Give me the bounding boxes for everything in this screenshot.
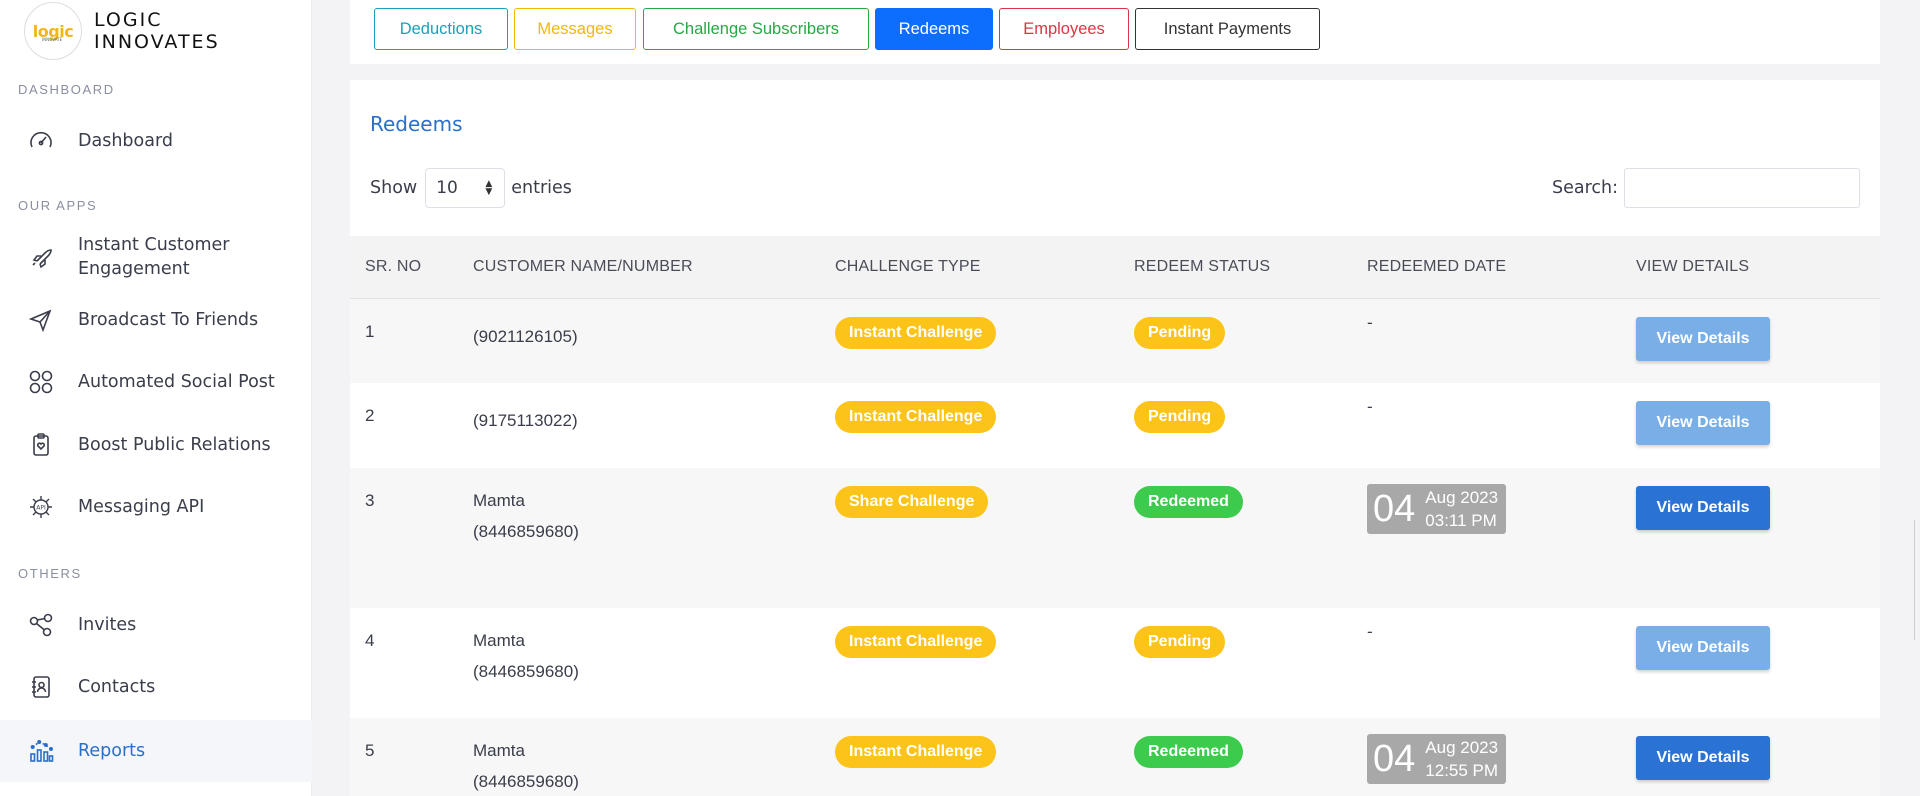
challenge-type-badge: Instant Challenge (835, 736, 997, 768)
table-row: 5 Mamta (8446859680) Instant Challenge R… (350, 718, 1880, 796)
sort-arrows-icon: ▲ ▼ (485, 179, 493, 197)
customer-number: (9175113022) (473, 411, 578, 430)
table-row: 2 (9175113022) Instant Challenge Pending… (350, 383, 1880, 468)
col-header-redeem-status[interactable]: REDEEM STATUS (1119, 236, 1352, 298)
sr-no: 4 (365, 631, 375, 650)
view-details-button[interactable]: View Details (1636, 486, 1770, 530)
sidebar-item-messaging-api[interactable]: API Messaging API (0, 490, 312, 524)
table-row: 4 Mamta (8446859680) Instant Challenge P… (350, 608, 1880, 718)
sidebar-item-automated-social-post[interactable]: Automated Social Post (0, 365, 312, 399)
page-title: Redeems (370, 112, 463, 136)
sidebar-item-contacts[interactable]: Contacts (0, 670, 312, 704)
view-details-button[interactable]: View Details (1636, 626, 1770, 670)
challenge-type-badge: Instant Challenge (835, 316, 997, 349)
social-grid-icon (29, 370, 53, 394)
status-badge: Redeemed (1134, 736, 1243, 768)
redeemed-date: - (1367, 312, 1373, 332)
challenge-type-badge: Instant Challenge (835, 626, 997, 658)
redeems-card: Redeems Show 10 ▲ ▼ entries Search: SR. N… (350, 80, 1880, 796)
customer-number: (8446859680) (473, 772, 579, 791)
search-input[interactable] (1624, 168, 1860, 208)
rocket-icon (32, 249, 52, 269)
sidebar-item-reports[interactable]: Reports (0, 720, 312, 782)
redeemed-date-badge: 04 Aug 2023 12:55 PM (1367, 734, 1507, 784)
clipboard-heart-icon (33, 433, 49, 456)
table-row: 3 Mamta (8446859680) Share Challenge Red… (350, 468, 1880, 608)
col-header-challenge-type[interactable]: CHALLENGE TYPE (820, 236, 1119, 298)
tab-deductions[interactable]: Deductions (374, 8, 508, 50)
sidebar-item-instant-customer-engagement[interactable]: Instant Customer Engagement (0, 232, 312, 282)
redeemed-date: - (1367, 397, 1373, 416)
tab-employees[interactable]: Employees (999, 8, 1129, 50)
section-heading-our-apps: OUR APPS (18, 198, 98, 213)
customer-name: Mamta (473, 631, 525, 650)
customer-number: (8446859680) (473, 522, 579, 541)
sr-no: 1 (365, 321, 375, 341)
customer-name: Mamta (473, 741, 525, 760)
tab-challenge-subscribers[interactable]: Challenge Subscribers (643, 8, 869, 50)
challenge-type-badge: Share Challenge (835, 486, 989, 518)
redeemed-date: - (1367, 622, 1373, 641)
sr-no: 5 (365, 741, 375, 760)
entries-length-control: Show 10 ▲ ▼ entries (370, 168, 572, 208)
view-details-button[interactable]: View Details (1636, 401, 1770, 445)
section-heading-others: OTHERS (18, 566, 82, 581)
sidebar-item-boost-public-relations[interactable]: Boost Public Relations (0, 428, 312, 462)
api-chip-icon: API (30, 496, 52, 518)
report-tabs-bar: Deductions Messages Challenge Subscriber… (350, 0, 1880, 64)
table-search: Search: (1552, 168, 1860, 208)
tab-instant-payments[interactable]: Instant Payments (1135, 8, 1320, 50)
view-details-button[interactable]: View Details (1636, 736, 1770, 780)
contact-book-icon (32, 676, 50, 698)
chart-bars-icon (30, 739, 54, 762)
redeemed-date-badge: 04 Aug 2023 03:11 PM (1367, 484, 1507, 534)
status-badge: Pending (1134, 401, 1226, 433)
sidebar-item-dashboard[interactable]: Dashboard (0, 124, 312, 158)
send-icon (28, 309, 52, 333)
brand-name: LOGIC INNOVATES (94, 9, 220, 53)
status-badge: Pending (1134, 626, 1226, 658)
scrollbar[interactable] (1914, 520, 1920, 640)
col-header-view-details[interactable]: VIEW DETAILS (1621, 236, 1880, 298)
tab-redeems[interactable]: Redeems (875, 8, 993, 50)
status-badge: Redeemed (1134, 486, 1243, 518)
table-header-row: SR. NO CUSTOMER NAME/NUMBER CHALLENGE TY… (350, 236, 1880, 298)
status-badge: Pending (1134, 316, 1226, 349)
gauge-icon (30, 131, 52, 148)
col-header-sr-no[interactable]: SR. NO (350, 236, 458, 298)
col-header-redeemed-date[interactable]: REDEEMED DATE (1352, 236, 1621, 298)
redeems-table: SR. NO CUSTOMER NAME/NUMBER CHALLENGE TY… (350, 236, 1880, 796)
challenge-type-badge: Instant Challenge (835, 401, 997, 433)
view-details-button[interactable]: View Details (1636, 316, 1770, 361)
sidebar-item-broadcast-to-friends[interactable]: Broadcast To Friends (0, 303, 312, 337)
sr-no: 2 (365, 406, 375, 425)
col-header-customer[interactable]: CUSTOMER NAME/NUMBER (458, 236, 820, 298)
section-heading-dashboard: DASHBOARD (18, 82, 115, 97)
sidebar: logic INNOVATE LOGIC INNOVATES DASHBOARD… (0, 0, 312, 796)
logo-badge-icon: logic INNOVATE (24, 2, 82, 60)
svg-text:API: API (36, 505, 46, 512)
brand-logo[interactable]: logic INNOVATE LOGIC INNOVATES (24, 2, 220, 60)
sidebar-item-invites[interactable]: Invites (0, 608, 312, 642)
share-nodes-icon (29, 613, 53, 637)
tab-messages[interactable]: Messages (514, 8, 636, 50)
sr-no: 3 (365, 491, 375, 510)
customer-number: (8446859680) (473, 662, 579, 681)
entries-select[interactable]: 10 ▲ ▼ (425, 168, 506, 208)
customer-number: (9021126105) (473, 326, 578, 346)
customer-name: Mamta (473, 491, 525, 510)
table-row: 1 (9021126105) Instant Challenge Pending… (350, 298, 1880, 383)
